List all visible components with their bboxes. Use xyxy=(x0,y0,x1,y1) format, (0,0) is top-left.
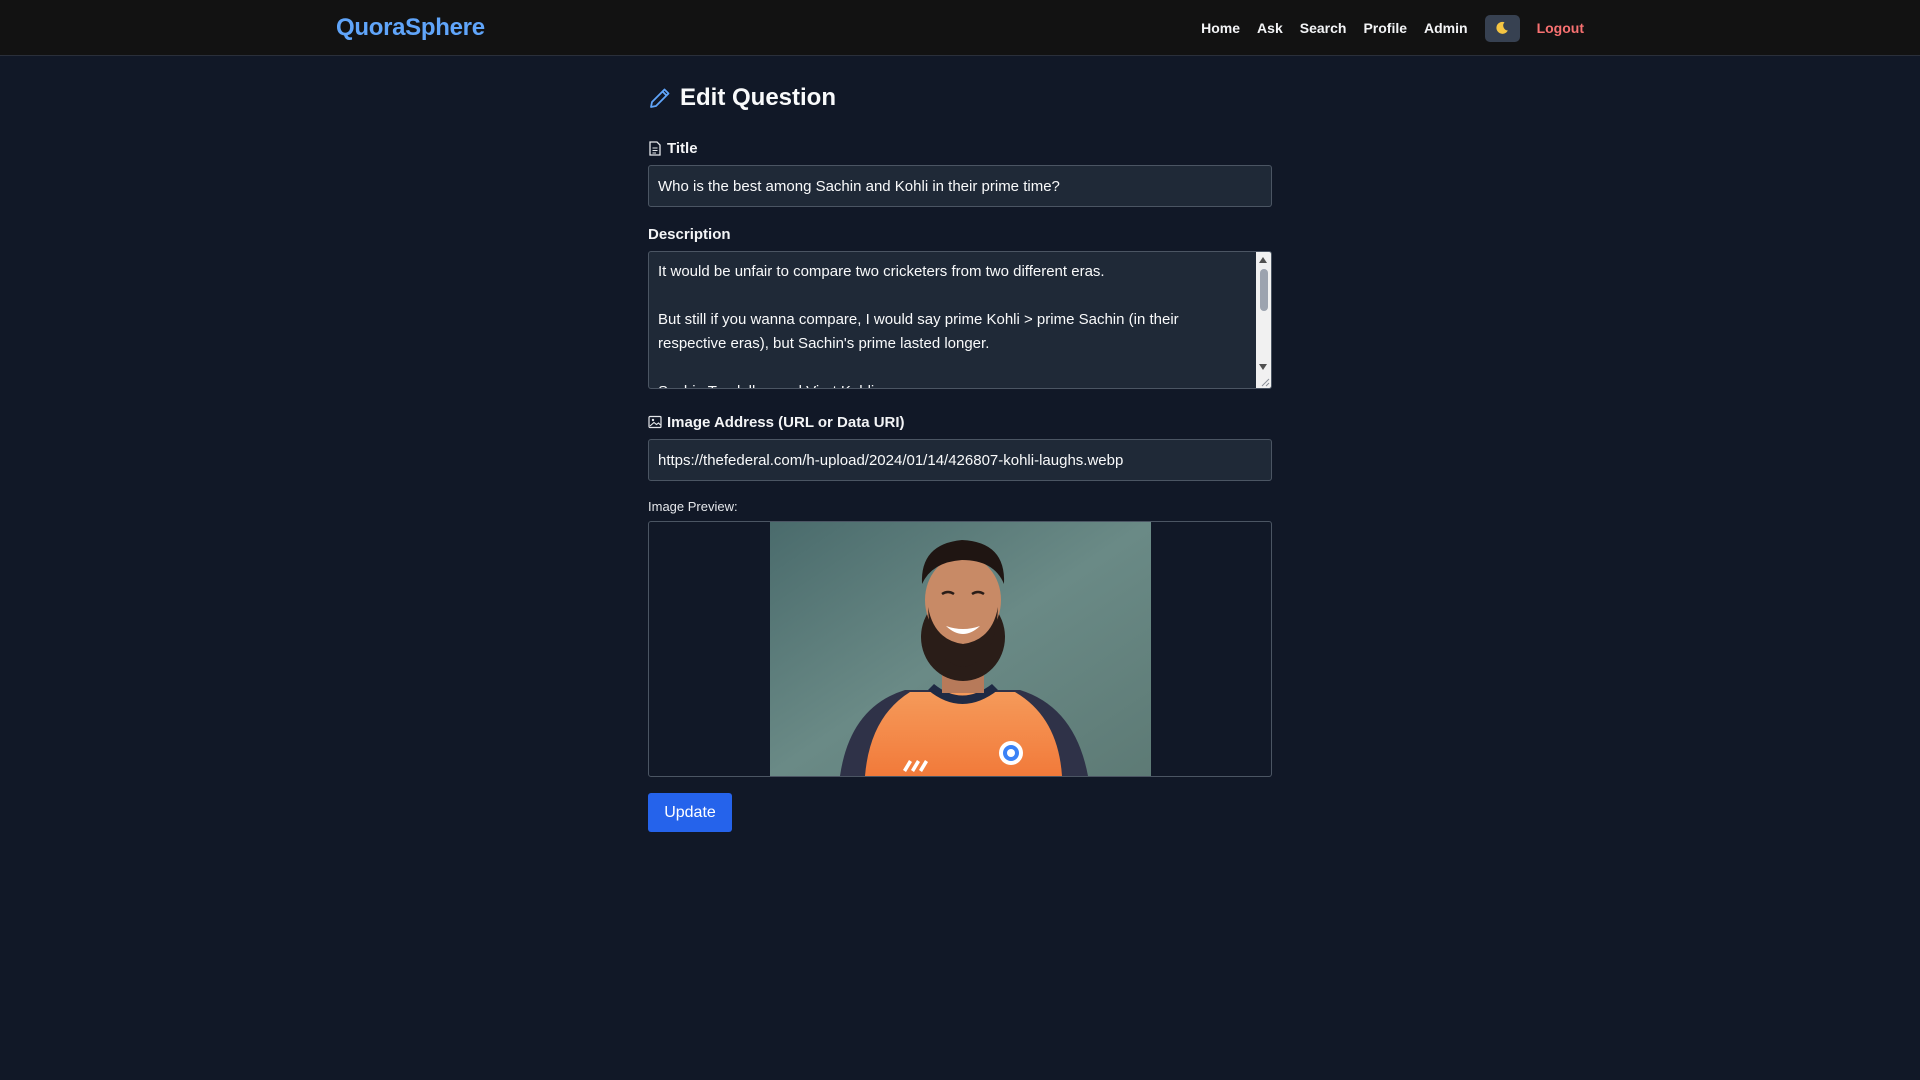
logout-link[interactable]: Logout xyxy=(1537,20,1584,36)
description-paragraph: It would be unfair to compare two cricke… xyxy=(658,263,1105,280)
title-input[interactable] xyxy=(648,165,1272,207)
nav-ask[interactable]: Ask xyxy=(1257,20,1283,36)
description-label-text: Description xyxy=(648,225,731,243)
nav-admin[interactable]: Admin xyxy=(1424,20,1468,36)
description-textarea[interactable]: It would be unfair to compare two cricke… xyxy=(648,251,1272,389)
description-label: Description xyxy=(648,224,731,244)
image-address-label: Image Address (URL or Data URI) xyxy=(648,412,905,432)
textarea-scrollbar[interactable] xyxy=(1256,252,1271,388)
resize-grip-icon[interactable] xyxy=(1258,375,1270,387)
description-paragraph: Sachin Tendulkar and Virat Kohli xyxy=(658,380,1248,388)
page-title-text: Edit Question xyxy=(680,84,836,111)
image-preview-label: Image Preview: xyxy=(648,499,738,514)
nav-home[interactable]: Home xyxy=(1201,20,1240,36)
scroll-down-arrow-icon[interactable] xyxy=(1259,364,1267,370)
brand-logo[interactable]: QuoraSphere xyxy=(336,14,485,42)
scroll-thumb[interactable] xyxy=(1260,269,1268,311)
edit-question-form: Edit Question Title Description It would… xyxy=(648,82,1272,832)
document-icon xyxy=(649,140,661,156)
update-button[interactable]: Update xyxy=(648,793,732,832)
description-paragraph: But still if you wanna compare, I would … xyxy=(658,311,1179,352)
image-address-input[interactable] xyxy=(648,439,1272,481)
description-text: It would be unfair to compare two cricke… xyxy=(658,260,1248,388)
title-label: Title xyxy=(648,138,698,158)
moon-icon xyxy=(1496,21,1508,34)
pencil-icon xyxy=(650,88,670,108)
image-icon xyxy=(648,415,662,429)
image-preview-box xyxy=(648,521,1272,777)
preview-image xyxy=(770,522,1151,776)
nav-search[interactable]: Search xyxy=(1300,20,1347,36)
nav-profile[interactable]: Profile xyxy=(1363,20,1407,36)
nav-links: Home Ask Search Profile Admin Logout xyxy=(1201,0,1584,56)
image-address-label-text: Image Address (URL or Data URI) xyxy=(667,413,905,431)
title-label-text: Title xyxy=(667,139,698,157)
theme-toggle-button[interactable] xyxy=(1484,14,1520,42)
top-navbar: QuoraSphere Home Ask Search Profile Admi… xyxy=(0,0,1920,56)
page-title: Edit Question xyxy=(648,82,1272,114)
scroll-up-arrow-icon[interactable] xyxy=(1259,257,1267,263)
